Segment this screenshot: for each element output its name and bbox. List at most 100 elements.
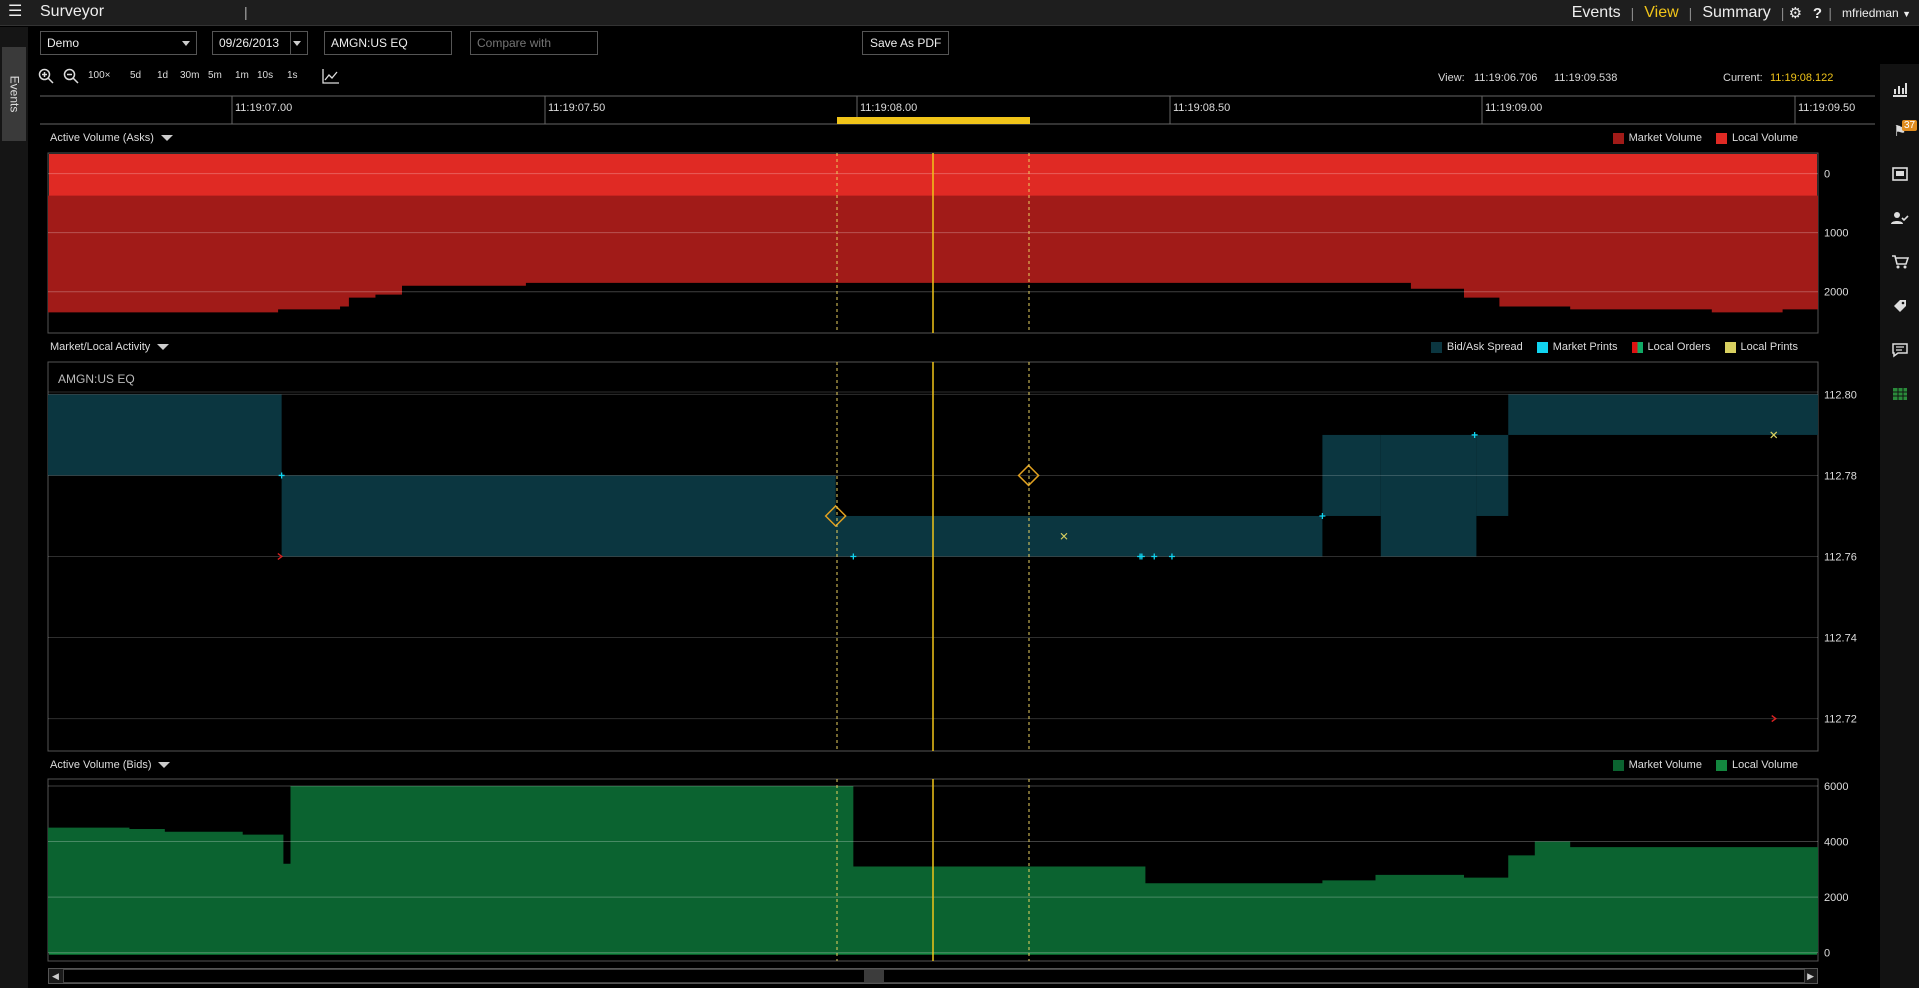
current-time: 11:19:08.122	[1770, 72, 1834, 84]
activity-legend: Bid/Ask Spread Market Prints Local Order…	[1430, 341, 1798, 353]
user-menu[interactable]: mfriedman ▼	[1832, 6, 1919, 20]
activity-panel-title: Market/Local Activity	[50, 341, 151, 353]
zoom-out-icon[interactable]	[63, 68, 79, 87]
bids-panel-header[interactable]: Active Volume (Bids)	[50, 759, 171, 771]
bids-volume-chart[interactable]: 6000 4000 2000 0	[0, 778, 1880, 963]
nav-view[interactable]: View	[1634, 4, 1688, 22]
date-picker-divider	[290, 32, 291, 54]
timeline-tick-label: 11:19:07.50	[548, 102, 605, 114]
legend-label: Local Prints	[1740, 341, 1798, 353]
hamburger-menu-icon[interactable]: ☰	[8, 4, 24, 20]
legend-swatch	[1631, 341, 1643, 353]
app-title: Surveyor	[40, 3, 105, 20]
legend-item: Market Volume	[1612, 132, 1702, 144]
scroll-left-arrow-icon[interactable]: ◀	[52, 971, 59, 982]
legend-label: Market Volume	[1628, 132, 1702, 144]
legend-swatch	[1612, 759, 1624, 771]
account-select-value: Demo	[47, 36, 80, 50]
compare-with-input[interactable]	[470, 31, 598, 55]
timeline-view-highlight[interactable]	[837, 117, 1030, 124]
y-tick-label: 112.76	[1824, 552, 1857, 564]
y-tick-label: 112.78	[1824, 470, 1857, 482]
y-tick-label: 1000	[1824, 228, 1848, 240]
table-icon[interactable]	[1890, 386, 1910, 406]
chart-symbol-label: AMGN:US EQ	[58, 372, 135, 386]
legend-item: Local Volume	[1715, 132, 1798, 144]
legend-label: Local Volume	[1731, 759, 1798, 771]
zoom-10s[interactable]: 10s	[257, 70, 273, 81]
tag-icon[interactable]	[1890, 298, 1910, 318]
chevron-down-icon	[182, 41, 190, 46]
timeline-tick-label: 11:19:08.50	[1173, 102, 1230, 114]
zoom-30m[interactable]: 30m	[180, 70, 199, 81]
timeline-ticks: 11:19:07.00 11:19:07.50 11:19:08.00 11:19:0…	[231, 96, 1855, 124]
bid-ask-spread-band	[1380, 434, 1477, 557]
date-picker[interactable]: 09/26/2013	[212, 31, 308, 55]
legend-label: Market Volume	[1628, 759, 1702, 771]
timeline-tick-label: 11:19:07.00	[235, 102, 292, 114]
chevron-down-icon	[160, 135, 173, 142]
chart-icon[interactable]	[1890, 80, 1910, 100]
legend-swatch	[1715, 759, 1727, 771]
y-tick-label: 2000	[1824, 287, 1848, 299]
chevron-down-icon[interactable]	[293, 41, 301, 46]
chart-settings-icon[interactable]	[322, 68, 340, 87]
zoom-5m[interactable]: 5m	[208, 70, 222, 81]
right-sidebar: ⚑ 37	[1880, 64, 1919, 988]
legend-label: Bid/Ask Spread	[1446, 341, 1523, 353]
bids-legend: Market Volume Local Volume	[1612, 759, 1798, 771]
asks-panel-header[interactable]: Active Volume (Asks)	[50, 132, 173, 144]
legend-item: Bid/Ask Spread	[1430, 341, 1523, 353]
zoom-100x[interactable]: 100×	[88, 70, 111, 81]
y-tick-label: 2000	[1824, 892, 1848, 904]
y-tick-label: 112.72	[1824, 714, 1857, 726]
legend-label: Local Orders	[1647, 341, 1711, 353]
nav-events[interactable]: Events	[1562, 4, 1631, 22]
chevron-down-icon: ▼	[1902, 9, 1911, 19]
bid-ask-spread-band	[281, 475, 836, 557]
user-name: mfriedman	[1842, 6, 1899, 20]
document-icon[interactable]	[1890, 166, 1910, 186]
bid-ask-spread-band	[835, 515, 1323, 557]
legend-item: Local Volume	[1715, 759, 1798, 771]
legend-swatch	[1612, 132, 1624, 144]
horizontal-scrollbar[interactable]: ◀ ▶	[48, 968, 1818, 984]
legend-item: Local Orders	[1631, 341, 1711, 353]
asks-volume-chart[interactable]: 0 1000 2000	[0, 150, 1880, 336]
zoom-1d[interactable]: 1d	[157, 70, 168, 81]
scroll-right-arrow-icon[interactable]: ▶	[1807, 971, 1814, 982]
timeline-ruler[interactable]: 11:19:07.00 11:19:07.50 11:19:08.00 11:19:0…	[0, 94, 1880, 126]
account-select[interactable]: Demo	[40, 31, 197, 55]
top-nav: Events | View | Summary | ⚙ ? | mfriedma…	[1562, 0, 1919, 26]
gear-icon[interactable]: ⚙	[1784, 4, 1806, 22]
asks-legend: Market Volume Local Volume	[1612, 132, 1798, 144]
y-tick-label: 0	[1824, 169, 1830, 181]
y-tick-label: 0	[1824, 948, 1830, 960]
symbol-input[interactable]	[324, 31, 452, 55]
cart-icon[interactable]	[1890, 254, 1910, 274]
asks-panel-title: Active Volume (Asks)	[50, 132, 154, 144]
zoom-1m[interactable]: 1m	[235, 70, 249, 81]
market-activity-chart[interactable]: 112.80 112.78 112.76 112.74 112.72	[0, 361, 1880, 753]
y-tick-label: 112.74	[1824, 633, 1857, 645]
scrollbar-track[interactable]	[63, 969, 1805, 983]
legend-item: Local Prints	[1724, 341, 1798, 353]
title-separator: |	[244, 4, 248, 20]
top-bar: ☰ Surveyor | Events | View | Summary | ⚙…	[0, 0, 1919, 26]
zoom-5d[interactable]: 5d	[130, 70, 141, 81]
y-tick-label: 6000	[1824, 781, 1848, 793]
legend-swatch	[1724, 341, 1736, 353]
timeline-tick-label: 11:19:09.50	[1798, 102, 1855, 114]
activity-panel-header[interactable]: Market/Local Activity	[50, 341, 170, 353]
save-as-pdf-button[interactable]: Save As PDF	[862, 31, 950, 55]
nav-summary[interactable]: Summary	[1692, 4, 1780, 22]
user-check-icon[interactable]	[1890, 210, 1910, 230]
alert-count-badge: 37	[1902, 120, 1918, 131]
scrollbar-thumb[interactable]	[864, 970, 884, 982]
timeline-tick-label: 11:19:08.00	[860, 102, 917, 114]
view-label: View:	[1438, 72, 1465, 84]
comment-icon[interactable]	[1890, 342, 1910, 362]
zoom-in-icon[interactable]	[38, 68, 54, 87]
help-icon[interactable]: ?	[1806, 5, 1828, 22]
zoom-1s[interactable]: 1s	[287, 70, 298, 81]
